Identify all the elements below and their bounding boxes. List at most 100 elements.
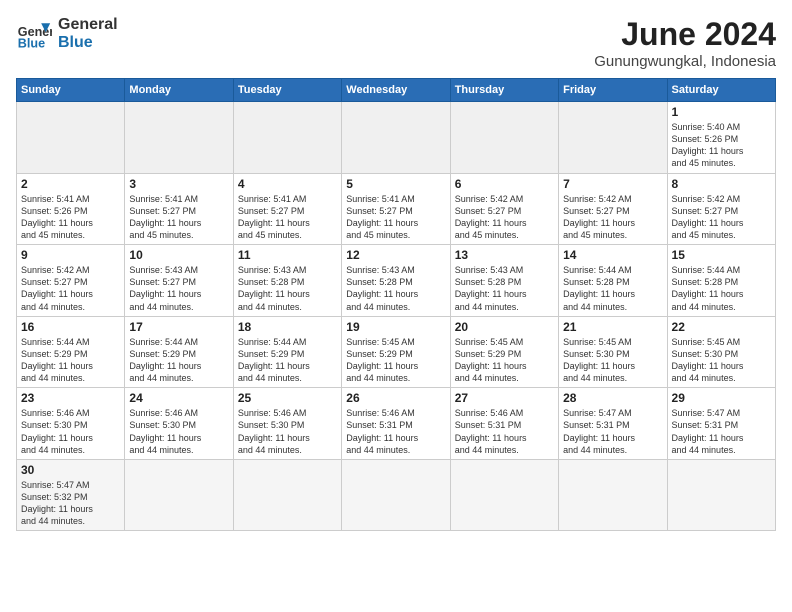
header-saturday: Saturday	[667, 79, 775, 102]
day-info: Sunrise: 5:44 AM Sunset: 5:28 PM Dayligh…	[672, 264, 771, 313]
calendar-cell: 15 Sunrise: 5:44 AM Sunset: 5:28 PM Dayli…	[667, 245, 775, 317]
day-number: 18	[238, 320, 337, 334]
calendar-cell: 14 Sunrise: 5:44 AM Sunset: 5:28 PM Dayli…	[559, 245, 667, 317]
calendar-cell	[450, 459, 558, 531]
location-subtitle: Gunungwungkal, Indonesia	[594, 53, 776, 70]
day-info: Sunrise: 5:45 AM Sunset: 5:29 PM Dayligh…	[346, 336, 445, 385]
calendar-cell	[342, 102, 450, 174]
day-number: 10	[129, 248, 228, 262]
day-number: 4	[238, 177, 337, 191]
calendar-cell: 1 Sunrise: 5:40 AM Sunset: 5:26 PM Daylig…	[667, 102, 775, 174]
calendar-week-row: 23Sunrise: 5:46 AM Sunset: 5:30 PM Dayli…	[17, 388, 776, 460]
calendar-week-row: 1 Sunrise: 5:40 AM Sunset: 5:26 PM Daylig…	[17, 102, 776, 174]
calendar-cell	[559, 102, 667, 174]
day-number: 21	[563, 320, 662, 334]
logo-icon: General Blue	[16, 16, 52, 52]
day-info: Sunrise: 5:44 AM Sunset: 5:29 PM Dayligh…	[129, 336, 228, 385]
day-number: 22	[672, 320, 771, 334]
header: General Blue General Blue June 2024 Gunu…	[16, 16, 776, 70]
day-number: 14	[563, 248, 662, 262]
calendar-cell: 26 Sunrise: 5:46 AM Sunset: 5:31 PM Dayli…	[342, 388, 450, 460]
calendar-cell: 11 Sunrise: 5:43 AM Sunset: 5:28 PM Dayli…	[233, 245, 341, 317]
calendar-cell: 10 Sunrise: 5:43 AM Sunset: 5:27 PM Dayli…	[125, 245, 233, 317]
calendar-cell: 29Sunrise: 5:47 AM Sunset: 5:31 PM Dayli…	[667, 388, 775, 460]
day-info: Sunrise: 5:45 AM Sunset: 5:29 PM Dayligh…	[455, 336, 554, 385]
calendar-cell	[125, 102, 233, 174]
header-monday: Monday	[125, 79, 233, 102]
day-number: 17	[129, 320, 228, 334]
calendar-cell: 12 Sunrise: 5:43 AM Sunset: 5:28 PM Dayli…	[342, 245, 450, 317]
day-info: Sunrise: 5:47 AM Sunset: 5:32 PM Dayligh…	[21, 479, 120, 528]
calendar-cell: 5 Sunrise: 5:41 AM Sunset: 5:27 PM Daylig…	[342, 173, 450, 245]
calendar-cell: 24Sunrise: 5:46 AM Sunset: 5:30 PM Dayli…	[125, 388, 233, 460]
day-number: 1	[672, 105, 771, 119]
calendar-cell	[125, 459, 233, 531]
calendar-week-row: 2 Sunrise: 5:41 AM Sunset: 5:26 PM Daylig…	[17, 173, 776, 245]
calendar-cell: 28Sunrise: 5:47 AM Sunset: 5:31 PM Dayli…	[559, 388, 667, 460]
day-info: Sunrise: 5:43 AM Sunset: 5:28 PM Dayligh…	[238, 264, 337, 313]
calendar-cell: 18Sunrise: 5:44 AM Sunset: 5:29 PM Dayli…	[233, 316, 341, 388]
calendar-cell	[17, 102, 125, 174]
day-info: Sunrise: 5:43 AM Sunset: 5:28 PM Dayligh…	[346, 264, 445, 313]
svg-text:Blue: Blue	[18, 37, 45, 51]
calendar-cell	[450, 102, 558, 174]
day-info: Sunrise: 5:40 AM Sunset: 5:26 PM Dayligh…	[672, 121, 771, 170]
day-number: 15	[672, 248, 771, 262]
day-info: Sunrise: 5:47 AM Sunset: 5:31 PM Dayligh…	[563, 407, 662, 456]
day-number: 13	[455, 248, 554, 262]
calendar: SundayMondayTuesdayWednesdayThursdayFrid…	[16, 78, 776, 531]
day-info: Sunrise: 5:45 AM Sunset: 5:30 PM Dayligh…	[672, 336, 771, 385]
calendar-cell: 7 Sunrise: 5:42 AM Sunset: 5:27 PM Daylig…	[559, 173, 667, 245]
day-info: Sunrise: 5:46 AM Sunset: 5:30 PM Dayligh…	[21, 407, 120, 456]
header-thursday: Thursday	[450, 79, 558, 102]
day-number: 2	[21, 177, 120, 191]
calendar-cell	[233, 459, 341, 531]
day-info: Sunrise: 5:41 AM Sunset: 5:27 PM Dayligh…	[346, 193, 445, 242]
calendar-cell	[667, 459, 775, 531]
day-info: Sunrise: 5:46 AM Sunset: 5:30 PM Dayligh…	[238, 407, 337, 456]
calendar-cell: 17 Sunrise: 5:44 AM Sunset: 5:29 PM Dayli…	[125, 316, 233, 388]
header-tuesday: Tuesday	[233, 79, 341, 102]
logo-blue: Blue	[58, 34, 118, 52]
calendar-cell: 23Sunrise: 5:46 AM Sunset: 5:30 PM Dayli…	[17, 388, 125, 460]
calendar-cell: 21Sunrise: 5:45 AM Sunset: 5:30 PM Dayli…	[559, 316, 667, 388]
calendar-week-row: 9Sunrise: 5:42 AM Sunset: 5:27 PM Daylig…	[17, 245, 776, 317]
day-number: 6	[455, 177, 554, 191]
day-number: 19	[346, 320, 445, 334]
day-number: 26	[346, 391, 445, 405]
day-number: 9	[21, 248, 120, 262]
title-area: June 2024 Gunungwungkal, Indonesia	[594, 16, 776, 70]
day-info: Sunrise: 5:44 AM Sunset: 5:29 PM Dayligh…	[21, 336, 120, 385]
day-info: Sunrise: 5:46 AM Sunset: 5:31 PM Dayligh…	[455, 407, 554, 456]
day-info: Sunrise: 5:41 AM Sunset: 5:27 PM Dayligh…	[238, 193, 337, 242]
day-number: 7	[563, 177, 662, 191]
day-number: 11	[238, 248, 337, 262]
logo: General Blue General Blue	[16, 16, 118, 52]
day-info: Sunrise: 5:41 AM Sunset: 5:27 PM Dayligh…	[129, 193, 228, 242]
calendar-cell	[559, 459, 667, 531]
calendar-cell: 20Sunrise: 5:45 AM Sunset: 5:29 PM Dayli…	[450, 316, 558, 388]
day-number: 27	[455, 391, 554, 405]
day-info: Sunrise: 5:41 AM Sunset: 5:26 PM Dayligh…	[21, 193, 120, 242]
calendar-cell: 27 Sunrise: 5:46 AM Sunset: 5:31 PM Dayli…	[450, 388, 558, 460]
day-number: 8	[672, 177, 771, 191]
calendar-cell: 4 Sunrise: 5:41 AM Sunset: 5:27 PM Daylig…	[233, 173, 341, 245]
day-info: Sunrise: 5:46 AM Sunset: 5:31 PM Dayligh…	[346, 407, 445, 456]
header-sunday: Sunday	[17, 79, 125, 102]
day-info: Sunrise: 5:43 AM Sunset: 5:28 PM Dayligh…	[455, 264, 554, 313]
day-number: 24	[129, 391, 228, 405]
calendar-cell: 2 Sunrise: 5:41 AM Sunset: 5:26 PM Daylig…	[17, 173, 125, 245]
day-info: Sunrise: 5:44 AM Sunset: 5:28 PM Dayligh…	[563, 264, 662, 313]
calendar-cell: 16Sunrise: 5:44 AM Sunset: 5:29 PM Dayli…	[17, 316, 125, 388]
calendar-cell: 9Sunrise: 5:42 AM Sunset: 5:27 PM Daylig…	[17, 245, 125, 317]
header-friday: Friday	[559, 79, 667, 102]
calendar-cell: 25 Sunrise: 5:46 AM Sunset: 5:30 PM Dayli…	[233, 388, 341, 460]
logo-general: General	[58, 16, 118, 34]
day-number: 25	[238, 391, 337, 405]
day-number: 12	[346, 248, 445, 262]
calendar-cell	[342, 459, 450, 531]
calendar-cell: 22 Sunrise: 5:45 AM Sunset: 5:30 PM Dayli…	[667, 316, 775, 388]
day-info: Sunrise: 5:42 AM Sunset: 5:27 PM Dayligh…	[563, 193, 662, 242]
day-info: Sunrise: 5:43 AM Sunset: 5:27 PM Dayligh…	[129, 264, 228, 313]
day-number: 5	[346, 177, 445, 191]
